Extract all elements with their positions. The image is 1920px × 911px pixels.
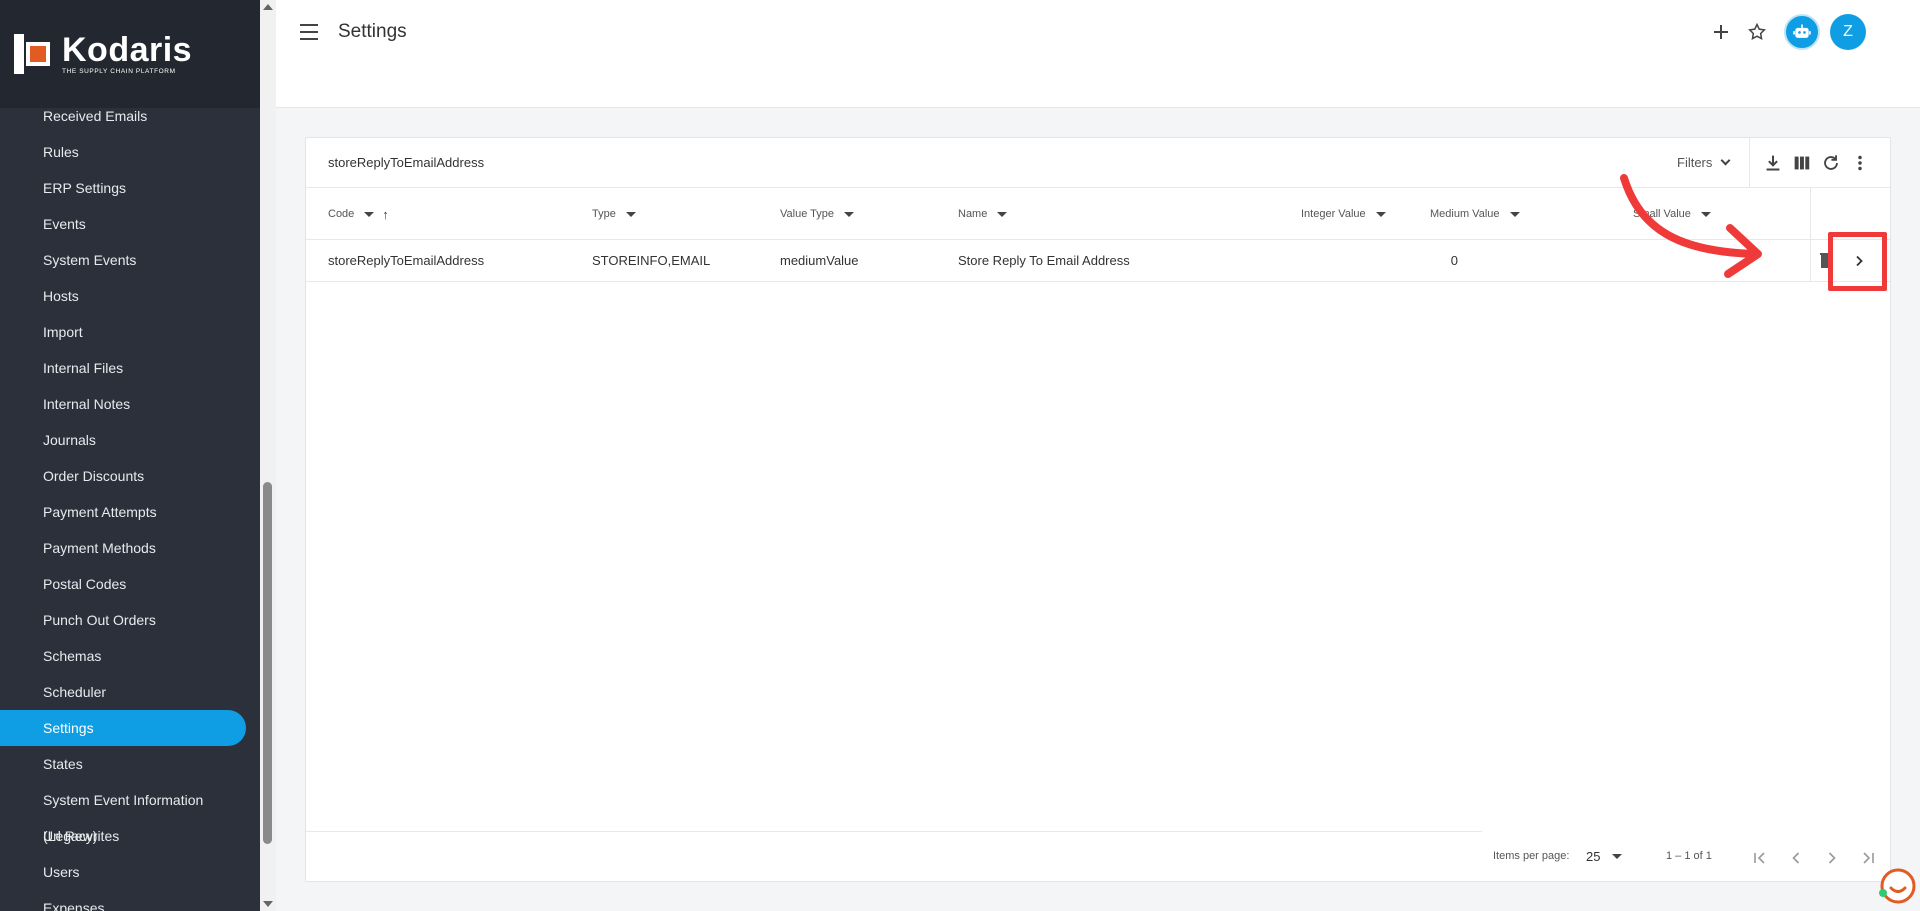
kodaris-logo-icon [14, 34, 54, 74]
sidebar-item-order-discounts[interactable]: Order Discounts [0, 458, 246, 494]
cell-type: STOREINFO,EMAIL [592, 253, 711, 268]
logo-name: Kodaris [62, 31, 193, 69]
column-label-value-type: Value Type [780, 208, 835, 220]
last-page-icon[interactable] [1856, 846, 1880, 870]
sidebar-item-expenses[interactable]: Expenses [0, 890, 246, 911]
column-header-integer-value[interactable]: Integer Value [1301, 208, 1386, 220]
column-label-type: Type [592, 208, 616, 220]
sidebar: Kodaris THE SUPPLY CHAIN PLATFORM Receiv… [0, 0, 260, 911]
caret-down-icon[interactable] [1375, 211, 1386, 217]
column-header-medium-value[interactable]: Medium Value [1430, 208, 1520, 220]
column-label-name: Name [958, 208, 988, 220]
sidebar-item-payment-attempts[interactable]: Payment Attempts [0, 494, 246, 530]
sidebar-item-schemas[interactable]: Schemas [0, 638, 246, 674]
hamburger-menu-icon[interactable] [300, 24, 318, 40]
sidebar-item-punch-out-orders[interactable]: Punch Out Orders [0, 602, 246, 638]
scrollbar-thumb[interactable] [263, 482, 272, 844]
paginator-divider [306, 831, 1482, 832]
chat-widget-icon[interactable] [1878, 868, 1916, 906]
sidebar-item-journals[interactable]: Journals [0, 422, 246, 458]
cell-name: Store Reply To Email Address [958, 253, 1130, 268]
sidebar-item-url-rewrites[interactable]: Url Rewrites [0, 818, 246, 854]
sidebar-item-users[interactable]: Users [0, 854, 246, 890]
column-header-value-type[interactable]: Value Type [780, 208, 855, 220]
caret-down-icon[interactable] [844, 211, 855, 217]
caret-down-icon[interactable] [625, 211, 636, 217]
logo-tagline: THE SUPPLY CHAIN PLATFORM [62, 68, 176, 75]
scroll-up-icon[interactable] [263, 4, 273, 10]
items-per-page-value: 25 [1586, 849, 1601, 864]
sidebar-item-internal-files[interactable]: Internal Files [0, 350, 246, 386]
sidebar-item-system-events[interactable]: System Events [0, 242, 246, 278]
sidebar-item-states[interactable]: States [0, 746, 246, 782]
first-page-icon[interactable] [1748, 846, 1772, 870]
add-icon[interactable] [1709, 20, 1733, 44]
cell-integer-value: 0 [1450, 253, 1458, 268]
annotation-arrow-icon [1620, 174, 1762, 278]
sidebar-item-internal-notes[interactable]: Internal Notes [0, 386, 246, 422]
next-page-icon[interactable] [1820, 846, 1844, 870]
sidebar-item-erp-settings[interactable]: ERP Settings [0, 170, 246, 206]
column-header-code[interactable]: Code ↑ [328, 208, 389, 221]
sidebar-item-rules[interactable]: Rules [0, 134, 246, 170]
paginator-range: 1 – 1 of 1 [1666, 850, 1712, 862]
column-label-medium-value: Medium Value [1430, 208, 1500, 220]
sidebar-item-scheduler[interactable]: Scheduler [0, 674, 246, 710]
cell-value-type: mediumValue [780, 253, 859, 268]
sidebar-item-payment-methods[interactable]: Payment Methods [0, 530, 246, 566]
scroll-down-icon[interactable] [263, 901, 273, 907]
page-title: Settings [338, 21, 407, 42]
column-header-name[interactable]: Name [958, 208, 1008, 220]
items-per-page-label: Items per page: [1493, 850, 1570, 862]
sidebar-item-import[interactable]: Import [0, 314, 246, 350]
sidebar-item-postal-codes[interactable]: Postal Codes [0, 566, 246, 602]
sticky-column-divider [1810, 240, 1811, 282]
columns-icon[interactable] [1791, 152, 1813, 174]
annotation-highlight-box [1828, 232, 1887, 291]
chevron-down-icon [1720, 155, 1731, 166]
sidebar-item-events[interactable]: Events [0, 206, 246, 242]
cell-code: storeReplyToEmailAddress [328, 253, 485, 268]
sort-ascending-icon[interactable]: ↑ [382, 208, 389, 221]
sidebar-item-hosts[interactable]: Hosts [0, 278, 246, 314]
search-input[interactable]: storeReplyToEmailAddress [328, 155, 484, 170]
filters-button[interactable]: Filters [1677, 155, 1731, 170]
caret-down-icon[interactable] [997, 211, 1008, 217]
sidebar-scrollbar[interactable] [260, 0, 276, 911]
previous-page-icon[interactable] [1784, 846, 1808, 870]
refresh-icon[interactable] [1820, 152, 1842, 174]
top-header: Settings Z [276, 0, 1920, 108]
column-header-type[interactable]: Type [592, 208, 636, 220]
star-icon[interactable] [1745, 20, 1769, 44]
sticky-column-divider [1810, 188, 1811, 240]
sidebar-nav: Received Emails Rules ERP Settings Event… [0, 98, 246, 911]
sidebar-item-received-emails[interactable]: Received Emails [0, 98, 246, 134]
filters-label: Filters [1677, 155, 1713, 170]
caret-down-icon[interactable] [364, 211, 375, 217]
items-per-page-select[interactable]: 25 [1586, 849, 1623, 864]
caret-down-icon [1612, 854, 1623, 859]
logo[interactable]: Kodaris THE SUPPLY CHAIN PLATFORM [0, 0, 260, 108]
column-label-integer-value: Integer Value [1301, 208, 1366, 220]
column-label-code: Code [328, 208, 355, 220]
bot-icon[interactable] [1784, 14, 1820, 50]
sidebar-item-settings[interactable]: Settings [0, 710, 246, 746]
caret-down-icon[interactable] [1509, 211, 1520, 217]
sidebar-item-system-event-information[interactable]: System Event Information (Legacy) [0, 782, 246, 844]
more-vert-icon[interactable] [1849, 152, 1871, 174]
user-avatar[interactable]: Z [1830, 14, 1866, 50]
